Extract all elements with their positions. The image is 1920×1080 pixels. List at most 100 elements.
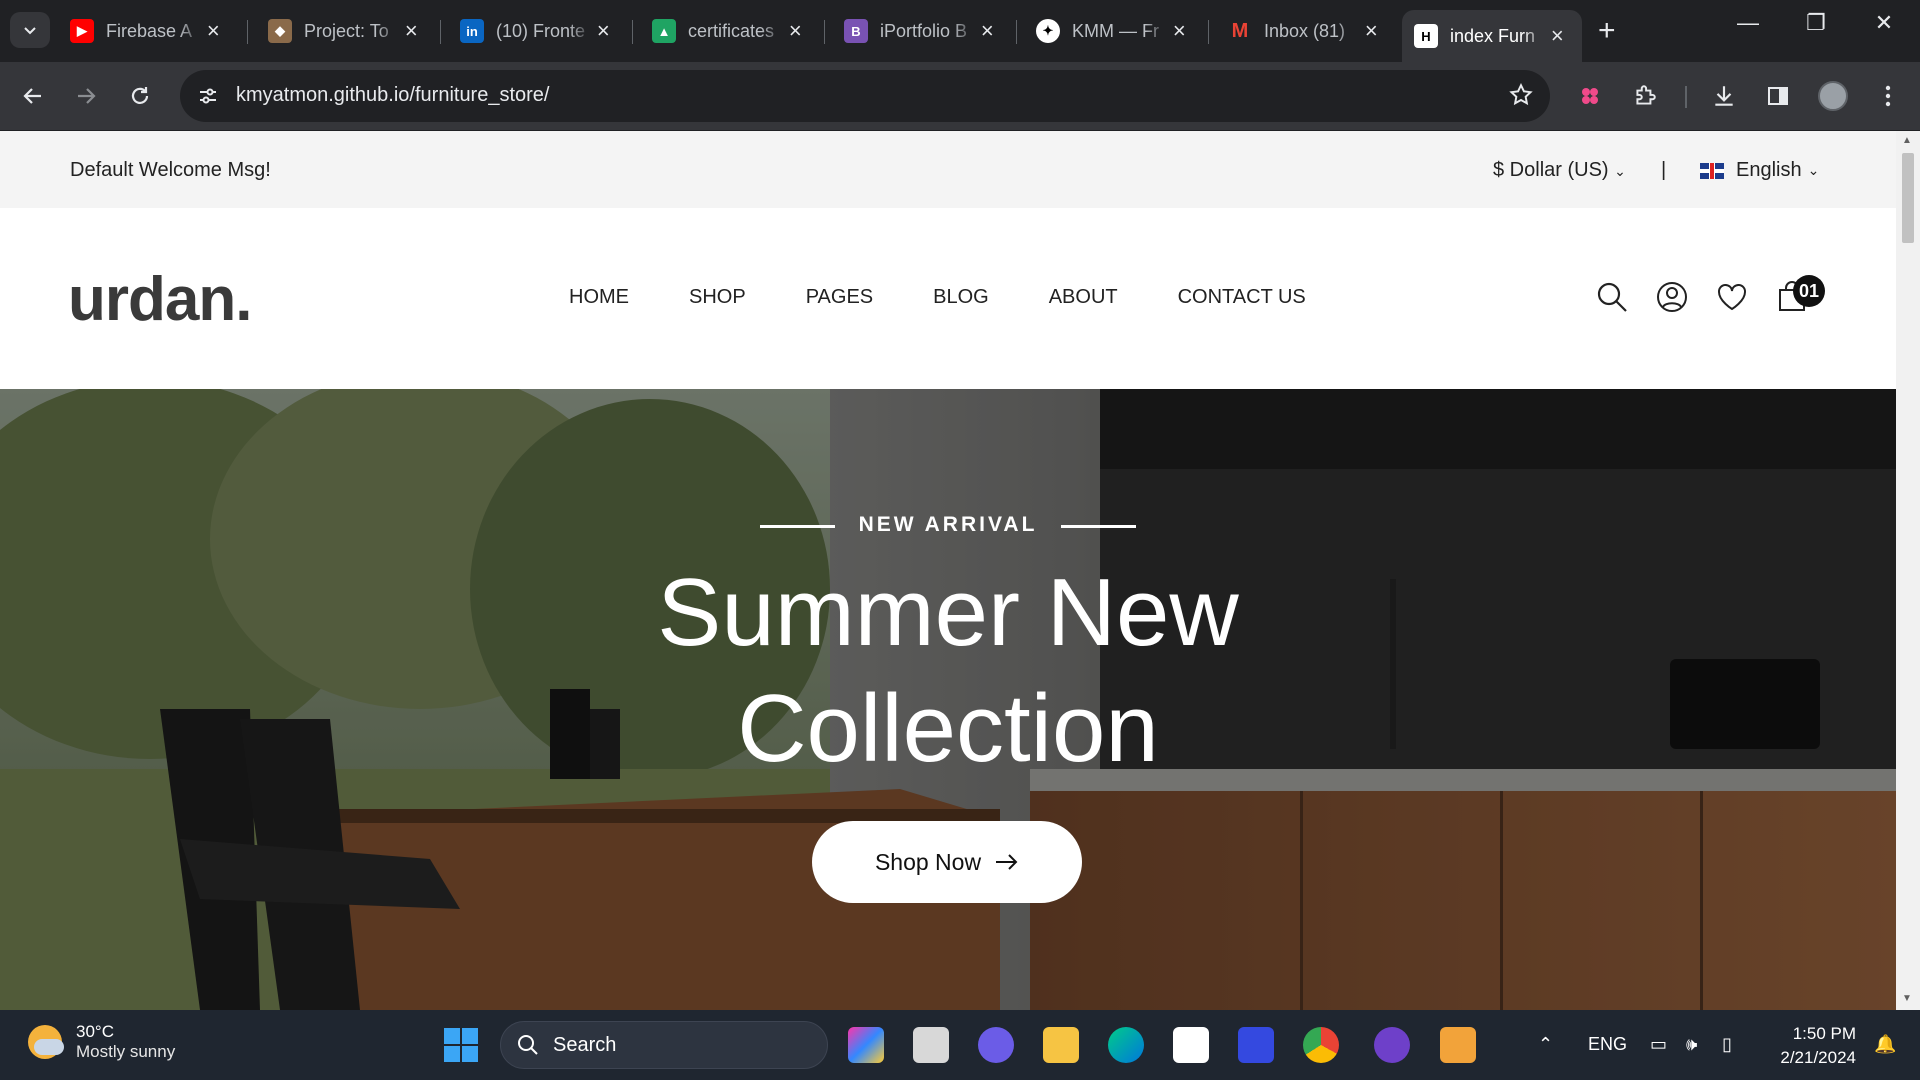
kebab-menu-icon[interactable] (1870, 78, 1906, 114)
close-tab-icon[interactable]: × (1169, 18, 1190, 44)
bootstrap-icon: B (844, 19, 868, 43)
close-tab-icon[interactable]: × (785, 18, 806, 44)
page-viewport: Default Welcome Msg! $ Dollar (US) ⌄ | E… (0, 131, 1896, 1010)
shop-now-button[interactable]: Shop Now (812, 821, 1082, 903)
linkedin-icon: in (460, 19, 484, 43)
close-tab-icon[interactable]: × (203, 18, 224, 44)
downloads-icon[interactable] (1706, 78, 1742, 114)
address-bar[interactable]: kmyatmon.github.io/furniture_store/ (180, 70, 1550, 122)
fox-icon: ◆ (268, 19, 292, 43)
network-icon[interactable]: ▭ (1650, 1034, 1667, 1055)
arrow-left-icon (23, 88, 41, 104)
new-tab-button[interactable]: + (1598, 14, 1616, 48)
tab-firebase[interactable]: ▶ Firebase A × (58, 10, 238, 52)
search-icon[interactable] (1595, 280, 1629, 314)
scroll-down-arrow[interactable]: ▼ (1902, 993, 1912, 1004)
close-tab-icon[interactable]: × (977, 18, 998, 44)
edge-icon[interactable] (1108, 1027, 1144, 1063)
youtube-icon: ▶ (70, 19, 94, 43)
extensions-puzzle-icon[interactable] (1627, 78, 1663, 114)
topbar-separator: | (1661, 159, 1667, 181)
nav-contact[interactable]: CONTACT US (1178, 286, 1306, 309)
bookmark-star-icon[interactable] (1508, 82, 1534, 108)
site-settings-icon[interactable] (196, 84, 220, 108)
arrow-right-icon (78, 88, 96, 104)
url-text[interactable]: kmyatmon.github.io/furniture_store/ (236, 84, 550, 107)
close-tab-icon[interactable]: × (401, 18, 422, 44)
restore-button[interactable]: ❐ (1786, 10, 1846, 36)
tab-iportfolio[interactable]: B iPortfolio B × (832, 10, 1012, 52)
hero-headline: Summer New Collection (657, 559, 1239, 782)
close-tab-icon[interactable]: × (593, 18, 614, 44)
h-icon: H (1414, 24, 1438, 48)
nav-blog[interactable]: BLOG (933, 286, 989, 309)
tab-linkedin[interactable]: in (10) Fronte × (448, 10, 628, 52)
nav-home[interactable]: HOME (569, 286, 629, 309)
github-icon[interactable] (1374, 1027, 1410, 1063)
tab-divider (632, 20, 633, 44)
extension-icon[interactable] (1572, 78, 1608, 114)
language-selector[interactable]: English ⌄ (1700, 159, 1819, 182)
scrollbar-thumb[interactable] (1902, 153, 1914, 243)
tab-kmm[interactable]: ✦ KMM — Fr × (1024, 10, 1204, 52)
profile-avatar-icon[interactable] (1815, 78, 1851, 114)
tab-divider (1208, 20, 1209, 44)
app-icon[interactable] (1238, 1027, 1274, 1063)
uk-flag-icon (1700, 162, 1724, 179)
side-panel-icon[interactable] (1760, 78, 1796, 114)
chrome-icon[interactable] (1303, 1027, 1339, 1063)
partly-sunny-icon (28, 1025, 64, 1059)
hero-banner: NEW ARRIVAL Summer New Collection Shop N… (0, 389, 1896, 1010)
nav-shop[interactable]: SHOP (689, 286, 746, 309)
tab-divider (247, 20, 248, 44)
reload-icon (131, 87, 149, 104)
weather-widget[interactable]: 30°C Mostly sunny (28, 1022, 175, 1062)
hero-eyebrow: NEW ARRIVAL (760, 513, 1136, 537)
chevron-down-icon: ⌄ (1614, 163, 1626, 179)
tab-gmail[interactable]: M Inbox (81) × (1216, 10, 1396, 52)
google-drive-icon: ▲ (652, 19, 676, 43)
top-info-bar: Default Welcome Msg! $ Dollar (US) ⌄ | E… (0, 131, 1896, 208)
taskbar-search[interactable]: Search (500, 1021, 828, 1069)
main-nav: HOME SHOP PAGES BLOG ABOUT CONTACT US (569, 286, 1366, 309)
tab-divider (440, 20, 441, 44)
system-clock[interactable]: 1:50 PM 2/21/2024 (1770, 1022, 1856, 1070)
browser-toolbar: kmyatmon.github.io/furniture_store/ (0, 62, 1920, 130)
minimize-button[interactable]: — (1718, 10, 1778, 36)
volume-icon[interactable]: 🕪 (1686, 1034, 1697, 1055)
tab-search-button[interactable] (10, 12, 50, 48)
welcome-message: Default Welcome Msg! (70, 159, 271, 181)
input-language[interactable]: ENG (1588, 1034, 1627, 1055)
tab-index-furniture[interactable]: H index Furn × (1402, 10, 1582, 62)
copilot-icon[interactable] (848, 1027, 884, 1063)
tab-divider (1016, 20, 1017, 44)
close-tab-icon[interactable]: × (1361, 18, 1382, 44)
close-tab-icon[interactable]: × (1547, 23, 1568, 49)
back-button[interactable] (15, 78, 51, 114)
toolbar-divider (1685, 86, 1687, 108)
nav-pages[interactable]: PAGES (806, 286, 873, 309)
tab-project[interactable]: ◆ Project: To × (256, 10, 436, 52)
tab-certificates[interactable]: ▲ certificates × (640, 10, 820, 52)
sublime-text-icon[interactable] (1440, 1027, 1476, 1063)
battery-icon[interactable]: ▯ (1722, 1034, 1732, 1055)
task-view-icon[interactable] (913, 1027, 949, 1063)
chevron-up-icon[interactable]: ⌃ (1538, 1034, 1553, 1055)
page-scrollbar[interactable]: ▲ ▼ (1896, 131, 1920, 1010)
wishlist-heart-icon[interactable] (1715, 280, 1749, 314)
forward-button[interactable] (68, 78, 104, 114)
close-window-button[interactable]: ✕ (1854, 10, 1914, 36)
windows-start-icon[interactable] (444, 1028, 478, 1062)
notification-bell-icon[interactable]: 🔔 (1874, 1034, 1896, 1055)
currency-selector[interactable]: $ Dollar (US) ⌄ (1493, 159, 1626, 182)
cart-count-badge: 01 (1793, 275, 1825, 307)
user-account-icon[interactable] (1655, 280, 1689, 314)
nav-about[interactable]: ABOUT (1049, 286, 1118, 309)
teams-chat-icon[interactable] (978, 1027, 1014, 1063)
microsoft-store-icon[interactable] (1173, 1027, 1209, 1063)
site-logo[interactable]: urdan. (68, 264, 252, 335)
reload-button[interactable] (122, 78, 158, 114)
file-explorer-icon[interactable] (1043, 1027, 1079, 1063)
search-icon (518, 1035, 538, 1055)
scroll-up-arrow[interactable]: ▲ (1902, 135, 1912, 146)
